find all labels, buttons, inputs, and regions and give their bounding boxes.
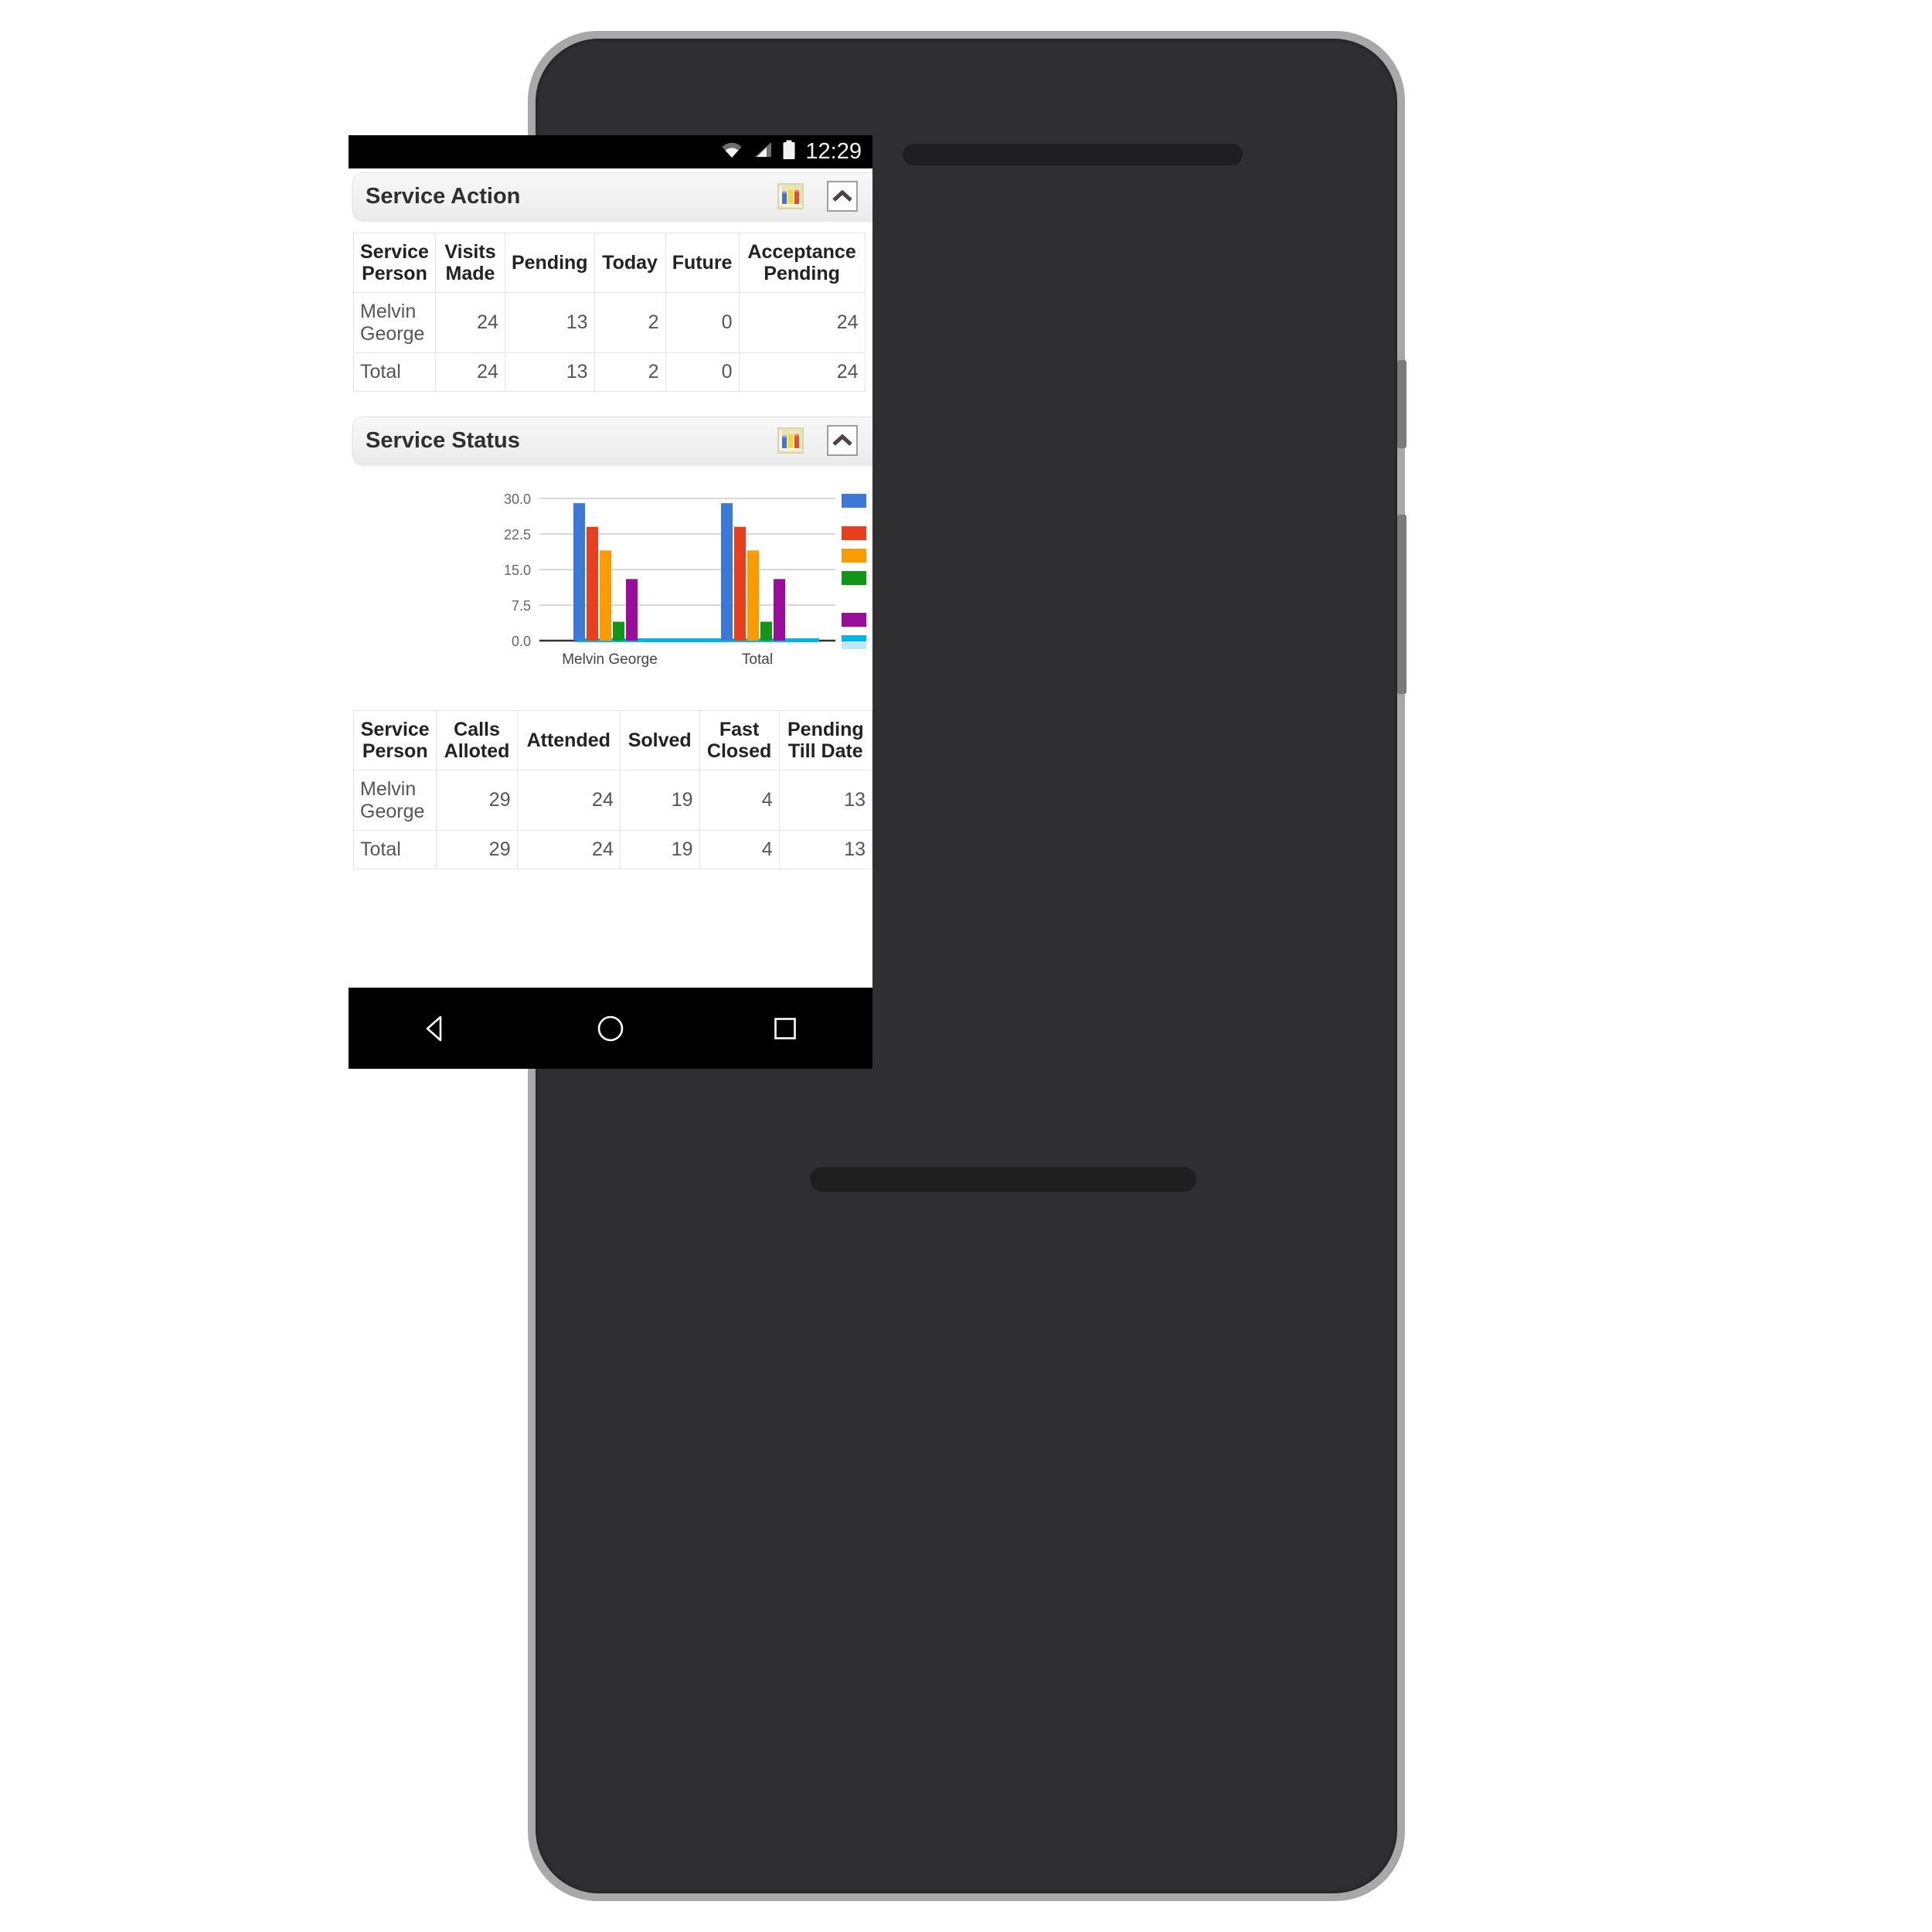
legend-swatch-calls-alloted [842,494,866,508]
bar-fast-closed [613,621,624,641]
cell-fast-closed: 4 [699,830,780,869]
cell-solved: 19 [619,830,700,869]
legend-swatch-closed [842,635,866,641]
cell-today: 2 [594,292,666,353]
service-action-table: Service Person Visits Made Pending Today… [353,233,866,392]
cell-acceptance-pending: 24 [738,352,866,392]
earpiece-speaker [903,144,1243,165]
table-header-row: Service Person Calls Alloted Attended So… [352,710,872,770]
volume-button[interactable] [1397,515,1406,694]
col-solved: Solved [619,710,700,770]
bar-pending-till-date [774,579,785,641]
col-service-person: Service Person [353,233,436,293]
recents-square-icon[interactable] [768,1012,802,1046]
legend-swatch-attended [842,526,866,540]
legend-swatch-closed-fill [842,641,866,649]
cell-acceptance-pending: 24 [738,292,866,353]
col-acceptance-pending: Acceptance Pending [738,233,866,293]
panel-header-service-status[interactable]: Service Status [352,417,872,464]
legend-swatch-solved [842,549,866,563]
app-content[interactable]: Service Action Service Person Visits Mad… [349,168,872,988]
ytick-7-5: 7.5 [512,598,531,614]
panel-title: Service Status [366,427,520,453]
cell-service-person: Melvin George [352,770,437,831]
cell-attended: 24 [516,830,621,869]
bar-attended [587,526,598,641]
panel-title: Service Action [366,183,521,209]
cell-pending: 13 [504,352,595,392]
ytick-22-5: 22.5 [504,527,531,543]
bottom-speaker-grille [810,1167,1196,1192]
table-row[interactable]: Melvin George 29 24 19 4 13 [352,770,872,831]
cell-future: 0 [665,292,740,353]
cellular-signal-icon [752,141,774,163]
col-service-person: Service Person [352,710,437,770]
col-today: Today [594,233,666,293]
bar-chart-icon[interactable] [777,427,804,454]
table-row-total[interactable]: Total 29 24 19 4 13 [352,830,872,869]
bar-solved [600,550,611,641]
cell-fast-closed: 4 [699,770,780,831]
home-circle-icon[interactable] [594,1012,628,1046]
bar-attended [734,526,746,641]
cell-future: 0 [665,352,740,392]
cell-service-person: Total [353,352,436,392]
cell-solved: 19 [619,770,700,831]
cell-calls-alloted: 29 [436,830,518,869]
ytick-30: 30.0 [504,492,531,507]
cell-today: 2 [594,352,666,392]
xtick-total: Total [742,651,773,668]
status-bar-clock: 12:29 [805,139,862,164]
chevron-up-icon[interactable] [827,425,858,456]
table-header-row: Service Person Visits Made Pending Today… [353,233,866,293]
cell-service-person: Melvin George [353,292,436,353]
legend-swatch-fast-closed [842,571,866,585]
cell-attended: 24 [516,770,621,831]
panel-header-service-action[interactable]: Service Action [352,172,872,220]
bar-calls-alloted [721,503,733,641]
back-triangle-icon[interactable] [419,1012,453,1046]
bar-pending-till-date [626,579,638,641]
service-status-chart[interactable]: 30.0 22.5 15.0 7.5 0.0 Melvin George Tot… [349,481,872,706]
ytick-15: 15.0 [504,563,531,578]
col-visits-made: Visits Made [434,233,505,293]
bar-calls-alloted [573,503,585,641]
status-bar: 12:29 [349,135,872,168]
wifi-icon [720,141,743,163]
col-pending-till-date: Pending Till Date [778,710,872,770]
table-row-total[interactable]: Total 24 13 2 0 24 [353,352,866,392]
col-pending: Pending [504,233,595,293]
col-calls-alloted: Calls Alloted [436,710,518,770]
android-nav-bar [349,988,872,1069]
battery-icon [782,140,796,164]
service-status-table: Service Person Calls Alloted Attended So… [352,710,872,869]
cell-calls-alloted: 29 [436,770,518,831]
ytick-0: 0.0 [512,634,531,649]
chevron-up-icon[interactable] [827,181,858,212]
cell-pending-till-date: 13 [778,770,872,831]
cell-visits-made: 24 [434,292,505,353]
cell-service-person: Total [352,830,437,869]
bar-solved [747,550,759,641]
table-row[interactable]: Melvin George 24 13 2 0 24 [353,292,866,353]
power-button[interactable] [1397,360,1406,448]
col-fast-closed: Fast Closed [699,710,780,770]
bar-fast-closed [760,621,772,641]
xtick-melvin-george: Melvin George [562,651,658,668]
bar-chart-icon[interactable] [777,183,804,209]
phone-screen: 12:29 Service Action Service Person Visi… [349,135,872,1069]
cell-pending: 13 [504,292,595,353]
screenshot-root: 12:29 Service Action Service Person Visi… [0,0,1932,1932]
col-attended: Attended [516,710,621,770]
legend-swatch-pending [842,613,866,627]
cell-visits-made: 24 [434,352,505,392]
cell-pending-till-date: 13 [778,830,872,869]
col-future: Future [665,233,740,293]
